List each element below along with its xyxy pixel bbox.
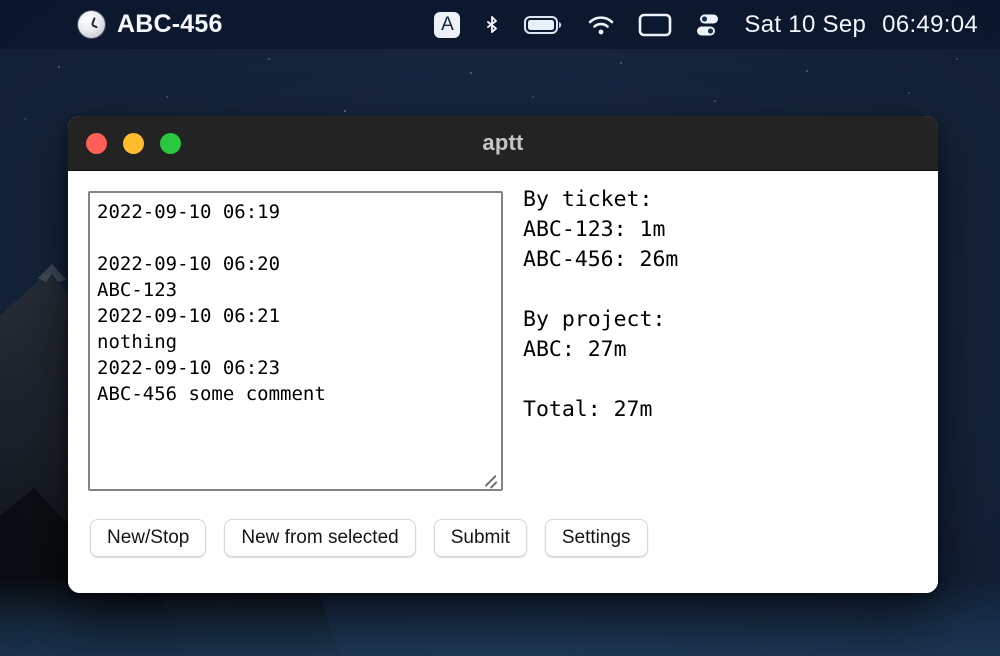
menubar-app-status[interactable]: ABC-456 [78, 10, 223, 39]
settings-button[interactable]: Settings [544, 519, 648, 557]
menubar-datetime[interactable]: Sat 10 Sep 06:49:04 [744, 11, 978, 39]
keyboard-layout-icon[interactable]: A [434, 11, 461, 38]
summary-panel: By ticket: ABC-123: 1m ABC-456: 26m By p… [523, 187, 679, 422]
clock-icon[interactable] [78, 11, 105, 38]
window-title: aptt [482, 130, 524, 155]
minimize-button[interactable] [123, 132, 144, 154]
close-button[interactable] [86, 132, 107, 154]
new-from-selected-button[interactable]: New from selected [224, 519, 416, 557]
log-textarea[interactable] [88, 191, 503, 491]
menubar-ticket-label[interactable]: ABC-456 [117, 10, 223, 39]
button-bar: New/Stop New from selected Submit Settin… [90, 519, 648, 557]
menu-bar: ABC-456 A Sat 10 Sep 06:49:04 [0, 0, 1000, 49]
window-body: By ticket: ABC-123: 1m ABC-456: 26m By p… [68, 171, 938, 593]
menubar-date: Sat 10 Sep [744, 10, 867, 38]
desktop: ABC-456 A Sat 10 Sep 06:49:04 aptt 2022-… [0, 0, 1000, 656]
menubar-time: 06:49:04 [882, 10, 978, 38]
control-center-icon[interactable] [695, 12, 721, 38]
log-textarea-wrapper [88, 191, 503, 491]
bluetooth-icon[interactable] [483, 11, 501, 39]
new-stop-button[interactable]: New/Stop [90, 519, 207, 557]
screen-mirroring-icon[interactable] [638, 12, 672, 38]
submit-button[interactable]: Submit [433, 519, 527, 557]
window-titlebar[interactable]: aptt [68, 116, 938, 171]
wifi-icon[interactable] [587, 14, 615, 36]
app-window: aptt By ticket: ABC-123: 1m ABC-456: 26m… [68, 116, 938, 593]
maximize-button[interactable] [160, 132, 181, 154]
battery-icon[interactable] [524, 14, 564, 36]
window-controls [68, 132, 181, 154]
